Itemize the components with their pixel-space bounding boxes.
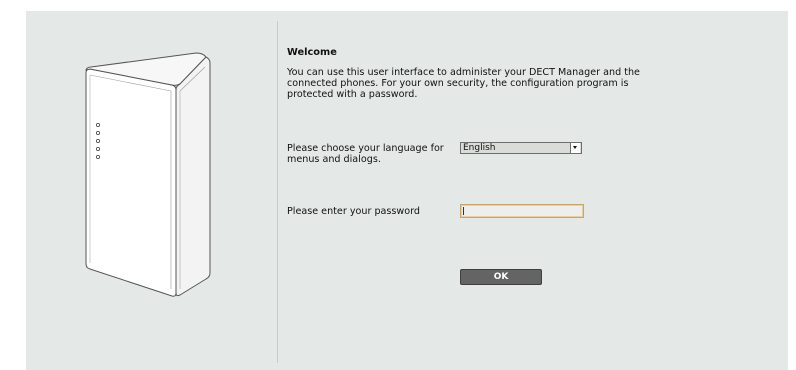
- language-select[interactable]: English: [460, 142, 582, 154]
- welcome-intro-text: You can use this user interface to admin…: [287, 67, 640, 100]
- chevron-down-icon[interactable]: [570, 143, 580, 153]
- login-panel: Welcome You can use this user interface …: [26, 11, 788, 370]
- password-label: Please enter your password: [287, 206, 420, 217]
- dect-manager-device-icon: [85, 52, 211, 297]
- vertical-divider: [277, 21, 278, 363]
- text-caret: [463, 207, 464, 215]
- language-label: Please choose your language for menus an…: [287, 143, 444, 165]
- ok-button[interactable]: OK: [460, 269, 542, 285]
- password-field[interactable]: [460, 204, 584, 218]
- language-selected-value: English: [463, 143, 496, 153]
- welcome-section: Welcome You can use this user interface …: [287, 47, 667, 100]
- welcome-title: Welcome: [287, 47, 337, 58]
